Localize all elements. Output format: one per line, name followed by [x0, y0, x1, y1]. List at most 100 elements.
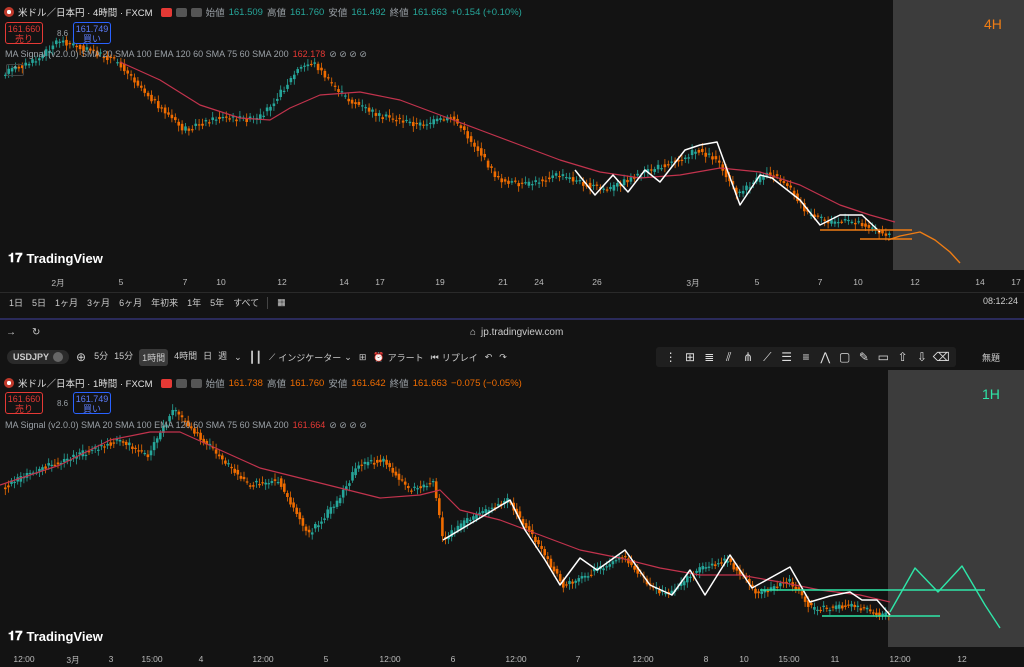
legend-equal-icon[interactable] [190, 7, 202, 17]
range-button[interactable]: 5年 [210, 296, 224, 309]
rectangle-tool-icon[interactable]: ▢ [836, 350, 853, 364]
chart-1h-candle-body [856, 605, 860, 608]
range-button[interactable]: 1ヶ月 [55, 296, 78, 309]
chart-4h-candle-body [503, 179, 507, 182]
legend-toggle-icon[interactable] [175, 378, 187, 388]
range-button[interactable]: 5日 [32, 296, 46, 309]
chart-4h-candle-body [660, 168, 663, 170]
brush-tool-icon[interactable]: ✎ [855, 350, 872, 364]
forward-arrow-icon[interactable]: → [6, 327, 16, 338]
interval-button[interactable]: 週 [218, 349, 227, 366]
crosshair-tool-icon[interactable]: ⊞ [681, 350, 698, 364]
legend-equal-icon[interactable] [190, 378, 202, 388]
chart-1h-candle-body [47, 463, 50, 466]
chart-4h-panel[interactable]: 米ドル／日本円 · 4時間 · FXCM 始値 161.509 高値 161.7… [0, 0, 1024, 318]
symbol-title[interactable]: 米ドル／日本円 · 4時間 · FXCM [18, 5, 153, 19]
eraser-tool-icon[interactable]: ⌫ [933, 350, 950, 364]
chart-1h-candle-body [264, 482, 267, 485]
tradingview-logo-1h[interactable]: 𝟏𝟕 TradingView [8, 628, 103, 644]
chart-1h-candle-body [270, 481, 274, 484]
pitchfork-tool-icon[interactable]: ⋔ [739, 350, 756, 364]
x-axis-4h-tick-label: 24 [534, 277, 544, 287]
chart-1h-canvas[interactable] [0, 370, 1024, 667]
redo-icon[interactable]: ↷ [499, 352, 507, 363]
parallel-channel-tool-icon[interactable]: ⫽ [720, 350, 737, 365]
chart-4h-candle-body [133, 77, 136, 83]
interval-button[interactable]: 4時間 [174, 349, 197, 366]
undo-icon[interactable]: ↶ [485, 352, 493, 363]
chart-4h-candle-body [367, 107, 371, 112]
x-axis-4h-tick-label: 26 [592, 277, 602, 287]
chart-4h-candle-body [459, 125, 463, 129]
chart-1h-candle-body [555, 568, 559, 574]
interval-button[interactable]: 1時間 [139, 348, 169, 366]
buy-button-1h[interactable]: 161.749 買い [73, 392, 111, 414]
chart-1h-panel[interactable]: → ↻ ⌂ jp.tradingview.com USDJPY ⊕ 5分 15分 1… [0, 320, 1024, 667]
chart-1h-candle-body [214, 449, 218, 454]
indicator-legend-1h[interactable]: MA Signal (v2.0.0) SMA 20 SMA 100 EMA 12… [5, 420, 367, 431]
collapse-legend-icon[interactable]: ⌃ [6, 64, 24, 76]
layouts-grid-icon[interactable]: ⊞ [359, 352, 367, 363]
gann-tool-icon[interactable]: ☰ [778, 350, 795, 364]
callout-tool-icon[interactable]: ▭ [875, 350, 892, 364]
site-lock-icon: ⌂ [470, 326, 477, 338]
x-axis-1h-tick-label: 12:00 [379, 654, 401, 664]
alert-button[interactable]: ⏰ アラート [373, 351, 423, 364]
chart-4h-candle-body [548, 177, 551, 180]
range-button[interactable]: 1日 [9, 296, 23, 309]
chart-4h-candle-body [864, 223, 867, 227]
pattern-tool-icon[interactable]: ⋀ [817, 350, 834, 364]
interval-button[interactable]: 日 [203, 349, 212, 366]
arrow-down-tool-icon[interactable]: ⇩ [913, 350, 930, 364]
range-button[interactable]: すべて [233, 296, 259, 309]
sell-button-1h[interactable]: 161.660 売り [5, 392, 43, 414]
range-button[interactable]: 6ヶ月 [119, 296, 142, 309]
chart-1h-candle-body [875, 612, 878, 615]
symbol-title-1h[interactable]: 米ドル／日本円 · 1時間 · FXCM [18, 376, 153, 390]
legend-toggle-icon[interactable] [175, 7, 187, 17]
chart-4h-canvas[interactable] [0, 0, 1024, 275]
range-button[interactable]: 1年 [187, 296, 201, 309]
symbol-search[interactable]: USDJPY [7, 350, 70, 364]
buy-button[interactable]: 161.749 買い [73, 22, 111, 44]
indicator-visibility-icon[interactable]: ⊘ ⊘ ⊘ ⊘ [329, 49, 367, 60]
calendar-icon[interactable]: ▦ [277, 297, 286, 308]
trendline-tool-icon[interactable]: ⟋ [759, 350, 776, 365]
chart-4h-candle-body [439, 118, 442, 120]
tradingview-logo[interactable]: 𝟏𝟕 TradingView [8, 250, 103, 266]
sell-button[interactable]: 161.660 売り [5, 22, 43, 44]
x-axis-4h-tick-label: 7 [182, 277, 188, 287]
indicator-visibility-icon[interactable]: ⊘ ⊘ ⊘ ⊘ [329, 420, 367, 431]
reload-icon[interactable]: ↻ [32, 327, 40, 338]
levels-tool-icon[interactable]: ≡ [797, 350, 814, 364]
interval-dropdown-icon[interactable]: ⌄ [234, 352, 242, 363]
chart-1h-candle-body [366, 461, 370, 466]
interval-button[interactable]: 15分 [114, 349, 133, 366]
fib-tool-icon[interactable]: ≣ [701, 350, 718, 364]
indicator-legend[interactable]: MA Signal (v2.0.0) SMA 20 SMA 100 EMA 12… [5, 49, 367, 60]
chart-4h-candle-body [823, 219, 826, 221]
x-axis-1h-tick-label: 12 [957, 654, 967, 664]
range-button[interactable]: 3ヶ月 [87, 296, 110, 309]
chart-1h-candle-body [379, 459, 382, 463]
add-symbol-icon[interactable]: ⊕ [76, 350, 86, 364]
indicator-name: MA Signal (v2.0.0) SMA 20 SMA 100 EMA 12… [5, 49, 289, 59]
time-axis-1h[interactable]: 12:00 3月 3 15:00 4 12:00 5 12:00 6 12:00 7 12:00 8 10… [0, 653, 1024, 667]
indicators-button[interactable]: ⟋ インジケーター ⌄ [269, 351, 352, 364]
interval-button[interactable]: 5分 [94, 349, 108, 366]
grip-icon[interactable]: ⋮ [662, 350, 679, 364]
arrow-up-tool-icon[interactable]: ⇧ [894, 350, 911, 364]
clock[interactable]: 08:12:24 [983, 296, 1018, 306]
x-axis-1h-tick-label: 8 [703, 654, 709, 664]
chart-4h-candle-body [197, 124, 201, 126]
low-value: 161.492 [351, 6, 386, 18]
replay-button[interactable]: ⏮ リプレイ [431, 351, 478, 364]
chart-1h-candle-body [221, 455, 224, 460]
url-field[interactable]: ⌂ jp.tradingview.com [470, 327, 563, 338]
range-button[interactable]: 年初来 [151, 296, 178, 309]
candle-type-icon[interactable]: ┃┃ [249, 351, 262, 364]
chart-4h-candle-body [711, 156, 714, 160]
chart-4h-candle-body [622, 179, 626, 186]
time-axis-4h[interactable]: 2月 5 7 10 12 14 17 19 21 24 26 3月 5 7 10 12 14 17 [0, 276, 1024, 290]
layout-name[interactable]: 無題 [982, 351, 1000, 364]
